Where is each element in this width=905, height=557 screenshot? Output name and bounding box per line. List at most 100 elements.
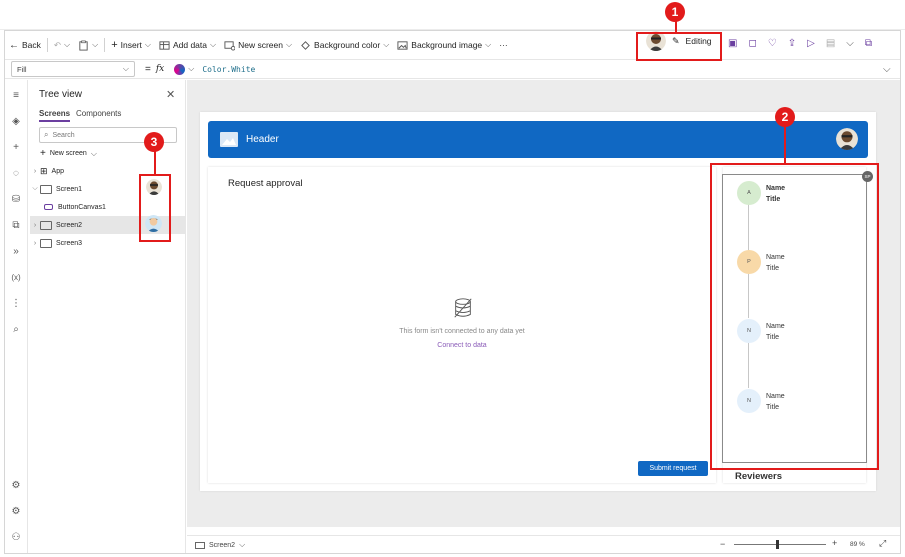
health-check-icon[interactable]: ♡ <box>768 38 777 49</box>
back-button[interactable]: ← Back <box>5 35 45 55</box>
table-icon <box>159 40 170 50</box>
status-bar: Screen2 ⌵ − + 89 % ⤢ <box>187 535 900 553</box>
screen-icon <box>40 184 52 194</box>
zoom-level: 89 % <box>850 541 865 548</box>
header-bar[interactable]: Header <box>208 121 868 158</box>
chevron-down-icon: ⌵ <box>485 40 492 49</box>
publish-icon[interactable]: ⧉ <box>865 38 872 49</box>
annotation-box-1 <box>636 32 722 61</box>
close-icon[interactable]: ✕ <box>166 88 175 101</box>
button-icon <box>44 204 53 210</box>
settings-icon[interactable]: ⚙ <box>9 478 23 492</box>
variables-icon[interactable]: (x) <box>9 270 23 284</box>
submit-request-button[interactable]: Submit request <box>638 461 708 476</box>
arrow-left-icon: ← <box>9 39 19 51</box>
chevron-down-icon: ⌵ <box>210 40 217 49</box>
property-select[interactable]: Fill ⌵ <box>11 61 135 77</box>
form-title: Request approval <box>228 178 303 189</box>
data-icon[interactable]: ⛁ <box>9 192 23 206</box>
search-icon: ⌕ <box>44 130 49 139</box>
fx-icon: fx <box>155 64 165 74</box>
hamburger-icon[interactable]: ≡ <box>9 88 23 102</box>
paste-button[interactable]: ⌵ <box>74 35 102 55</box>
zoom-in-button[interactable]: + <box>832 538 837 548</box>
tab-screens[interactable]: Screens <box>39 109 71 122</box>
search-icon[interactable]: ⌕ <box>9 322 23 336</box>
background-image-button[interactable]: Background image ⌵ <box>393 35 495 55</box>
chevron-right-icon[interactable]: › <box>30 240 40 247</box>
tools-icon[interactable]: ⋮ <box>9 296 23 310</box>
more-button[interactable]: ··· <box>495 35 512 55</box>
annotation-box-3 <box>139 174 171 242</box>
equals-sign: = <box>145 63 151 75</box>
share-icon[interactable]: ⇪ <box>788 38 796 49</box>
plus-icon: + <box>111 39 118 51</box>
zoom-out-button[interactable]: − <box>720 539 725 549</box>
new-screen-button[interactable]: New screen ⌵ <box>220 35 296 55</box>
layers-icon[interactable]: ◈ <box>9 114 23 128</box>
new-screen-button[interactable]: + New screen ⌵ <box>40 148 97 159</box>
left-rail: ≡ ◈ + ◌ ⛁ ⧉ » (x) ⋮ ⌕ ⚙ ⚙ ⚇ <box>5 80 28 553</box>
new-screen-icon <box>224 40 236 51</box>
play-icon[interactable]: ▷ <box>807 38 815 49</box>
app-grid-icon: ⊞ <box>40 165 48 176</box>
background-color-button[interactable]: Background color ⌵ <box>296 35 393 55</box>
zoom-slider-thumb[interactable] <box>776 540 779 549</box>
copilot-icon[interactable] <box>174 63 186 75</box>
chevron-down-icon: ⌵ <box>122 64 129 73</box>
insert-button[interactable]: + Insert ⌵ <box>107 35 155 55</box>
annotation-badge-1: 1 <box>665 2 685 22</box>
media-icon[interactable]: ⧉ <box>9 218 23 232</box>
clipboard-icon <box>79 40 88 51</box>
chat-icon[interactable]: ◻ <box>748 38 756 49</box>
annotation-badge-2: 2 <box>775 107 795 127</box>
top-band <box>0 0 905 30</box>
add-data-button[interactable]: Add data ⌵ <box>155 35 220 55</box>
screen-selector[interactable]: Screen2 ⌵ <box>195 540 245 550</box>
tree-view-title: Tree view <box>39 89 82 100</box>
zoom-slider[interactable] <box>734 540 826 549</box>
chevron-down-icon: ⌵ <box>144 40 151 49</box>
theme-icon[interactable]: ◌ <box>9 166 23 180</box>
expand-formula-icon[interactable]: ⌵ <box>883 64 891 75</box>
tab-components[interactable]: Components <box>76 109 121 118</box>
formula-bar: Fill ⌵ = fx ⌵ Color.White ⌵ <box>5 59 900 79</box>
chevron-down-icon[interactable]: ⌵ <box>30 185 40 193</box>
right-toolbar: ▣ ◻ ♡ ⇪ ▷ ▤ ⌵ ⧉ <box>728 38 872 49</box>
comment-icon[interactable]: ▣ <box>728 38 737 49</box>
connect-to-data-link[interactable]: Connect to data <box>208 342 716 349</box>
empty-message: This form isn't connected to any data ye… <box>399 328 525 335</box>
tree-view-panel: Tree view ✕ Screens Components ⌕ Search … <box>29 80 186 553</box>
chevron-right-icon[interactable]: › <box>30 222 40 229</box>
formula-input[interactable]: Color.White <box>202 65 255 74</box>
chevron-down-icon: ⌵ <box>90 148 97 158</box>
screen-icon <box>195 541 205 549</box>
reviewers-label: Reviewers <box>735 471 783 482</box>
chevron-right-icon[interactable]: › <box>30 168 40 175</box>
flow-icon[interactable]: » <box>9 244 23 258</box>
divider <box>104 38 106 52</box>
fullscreen-icon[interactable]: ⤢ <box>879 538 886 549</box>
divider <box>46 38 48 52</box>
screen-icon <box>40 220 52 230</box>
chevron-down-icon: ⌵ <box>64 40 71 49</box>
chevron-down-icon[interactable]: ⌵ <box>846 38 854 49</box>
gear-icon[interactable]: ⚙ <box>9 504 23 518</box>
chevron-down-icon: ⌵ <box>239 540 246 549</box>
account-icon[interactable]: ⚇ <box>9 530 23 544</box>
image-placeholder-icon <box>220 132 238 147</box>
annotation-badge-3: 3 <box>144 132 164 152</box>
annotation-line-3 <box>154 151 156 174</box>
command-bar: ← Back ↶ ⌵ ⌵ + Insert ⌵ Add data ⌵ New s… <box>5 31 900 57</box>
undo-button[interactable]: ↶ ⌵ <box>50 35 74 55</box>
chevron-down-icon: ⌵ <box>285 40 293 49</box>
annotation-line-2 <box>784 126 786 163</box>
save-icon[interactable]: ▤ <box>826 38 835 49</box>
annotation-line-1 <box>675 21 677 32</box>
request-form-card[interactable]: Request approval This form isn't connect… <box>208 167 716 483</box>
user-avatar <box>836 128 858 150</box>
insert-icon[interactable]: + <box>9 140 23 154</box>
annotation-box-2 <box>710 163 879 470</box>
paint-bucket-icon <box>301 40 310 50</box>
chevron-down-icon[interactable]: ⌵ <box>188 64 194 74</box>
